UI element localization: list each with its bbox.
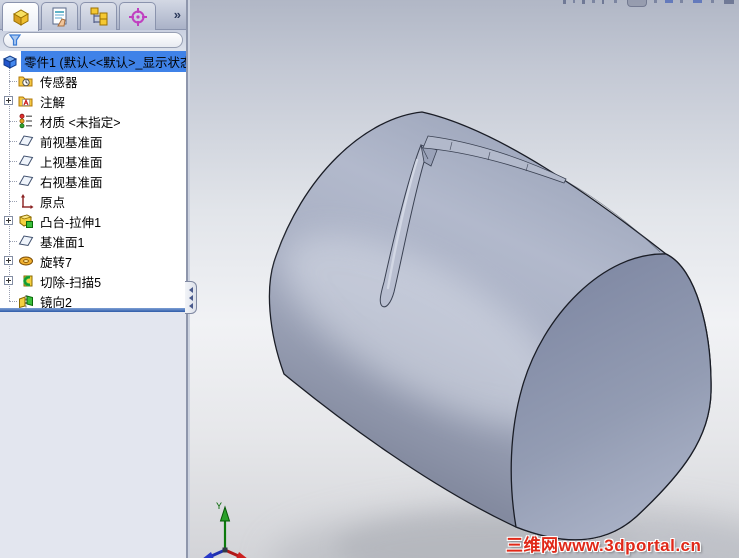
model-cylinder[interactable] <box>190 0 739 558</box>
dimxpertmanager-tab[interactable] <box>119 2 156 30</box>
expand-toggle[interactable] <box>4 216 13 225</box>
filter-box <box>3 32 183 48</box>
tree-item-cut-sweep5[interactable]: 切除-扫描5 <box>0 271 186 291</box>
tree-item-label: 右视基准面 <box>40 175 103 190</box>
panel-bottom-area <box>0 312 186 558</box>
collapse-arrow-icon <box>188 286 193 293</box>
annotations-folder-icon <box>18 96 33 107</box>
tree-item-front-plane[interactable]: 前视基准面 <box>0 131 186 151</box>
filter-row <box>0 30 186 51</box>
tree-item-label: 凸台-拉伸1 <box>40 215 102 230</box>
tree-item-part-root[interactable]: 零件1 (默认<<默认>_显示状态 <box>0 51 186 72</box>
plane-icon <box>18 235 34 247</box>
graphics-area[interactable]: Y 三维网www.3dportal.cn <box>190 0 739 558</box>
origin-icon <box>21 194 34 209</box>
configurationmanager-tab[interactable] <box>80 2 117 30</box>
tree-item-label: 零件1 (默认<<默认>_显示状态 <box>21 51 186 72</box>
solidworks-window: » 零件1 (默认<<默认>_显示状态 传感器 注解 材质 <未指定> 前视基准… <box>0 0 739 558</box>
expand-toggle[interactable] <box>4 276 13 285</box>
collapse-arrow-icon <box>188 294 193 301</box>
target-icon <box>128 7 147 26</box>
tree-item-mirror2[interactable]: 镜向2 <box>0 291 186 308</box>
plane-icon <box>18 175 34 187</box>
part-block-icon <box>12 9 29 26</box>
triad-origin <box>222 547 228 553</box>
expand-toggle[interactable] <box>4 256 13 265</box>
tree-item-label: 材质 <未指定> <box>40 115 121 130</box>
tree-item-label: 切除-扫描5 <box>40 275 102 290</box>
triad-y-label: Y <box>216 502 222 513</box>
tree-item-label: 上视基准面 <box>40 155 103 170</box>
expand-toggle[interactable] <box>4 96 13 105</box>
manager-tab-bar: » <box>0 0 186 31</box>
tree-item-label: 旋转7 <box>40 255 72 270</box>
tree-item-origin[interactable]: 原点 <box>0 191 186 211</box>
part-icon <box>2 55 18 69</box>
tree-item-label: 传感器 <box>40 75 78 90</box>
tree-item-label: 镜向2 <box>40 295 72 309</box>
mirror-icon <box>19 295 33 308</box>
document-hand-icon <box>52 7 66 26</box>
configurations-icon <box>90 7 107 25</box>
material-icon <box>19 113 32 129</box>
propertymanager-tab[interactable] <box>41 2 78 30</box>
featuremanager-tab[interactable] <box>2 2 39 31</box>
watermark: 三维网www.3dportal.cn <box>506 536 702 555</box>
tree-item-revolve7[interactable]: 旋转7 <box>0 251 186 271</box>
tree-item-label: 原点 <box>40 195 66 210</box>
cut-sweep-icon <box>23 275 33 287</box>
tree-item-plane1[interactable]: 基准面1 <box>0 231 186 251</box>
tree-item-top-plane[interactable]: 上视基准面 <box>0 151 186 171</box>
tree-item-label: 前视基准面 <box>40 135 103 150</box>
feature-manager-panel: » 零件1 (默认<<默认>_显示状态 传感器 注解 材质 <未指定> 前视基准… <box>0 0 188 558</box>
boss-extrude-icon <box>18 214 33 228</box>
plane-icon <box>18 155 34 167</box>
tree-item-label: 注解 <box>40 95 66 110</box>
collapse-arrow-icon <box>188 302 193 309</box>
tree-item-material[interactable]: 材质 <未指定> <box>0 111 186 131</box>
filter-input[interactable] <box>23 34 182 46</box>
sensors-folder-icon <box>18 76 33 87</box>
revolve-icon <box>19 256 33 266</box>
panel-splitter-handle[interactable] <box>185 281 197 314</box>
filter-funnel-icon <box>8 34 22 46</box>
tree-item-label: 基准面1 <box>40 235 85 250</box>
tree-item-annotations[interactable]: 注解 <box>0 91 186 111</box>
tree-item-boss-extrude1[interactable]: 凸台-拉伸1 <box>0 211 186 231</box>
panel-overflow-button[interactable]: » <box>174 7 181 22</box>
reference-triad: Y <box>203 502 247 558</box>
tree-item-right-plane[interactable]: 右视基准面 <box>0 171 186 191</box>
feature-tree: 零件1 (默认<<默认>_显示状态 传感器 注解 材质 <未指定> 前视基准面 … <box>0 51 186 308</box>
tree-item-sensors[interactable]: 传感器 <box>0 71 186 91</box>
plane-icon <box>18 135 34 147</box>
